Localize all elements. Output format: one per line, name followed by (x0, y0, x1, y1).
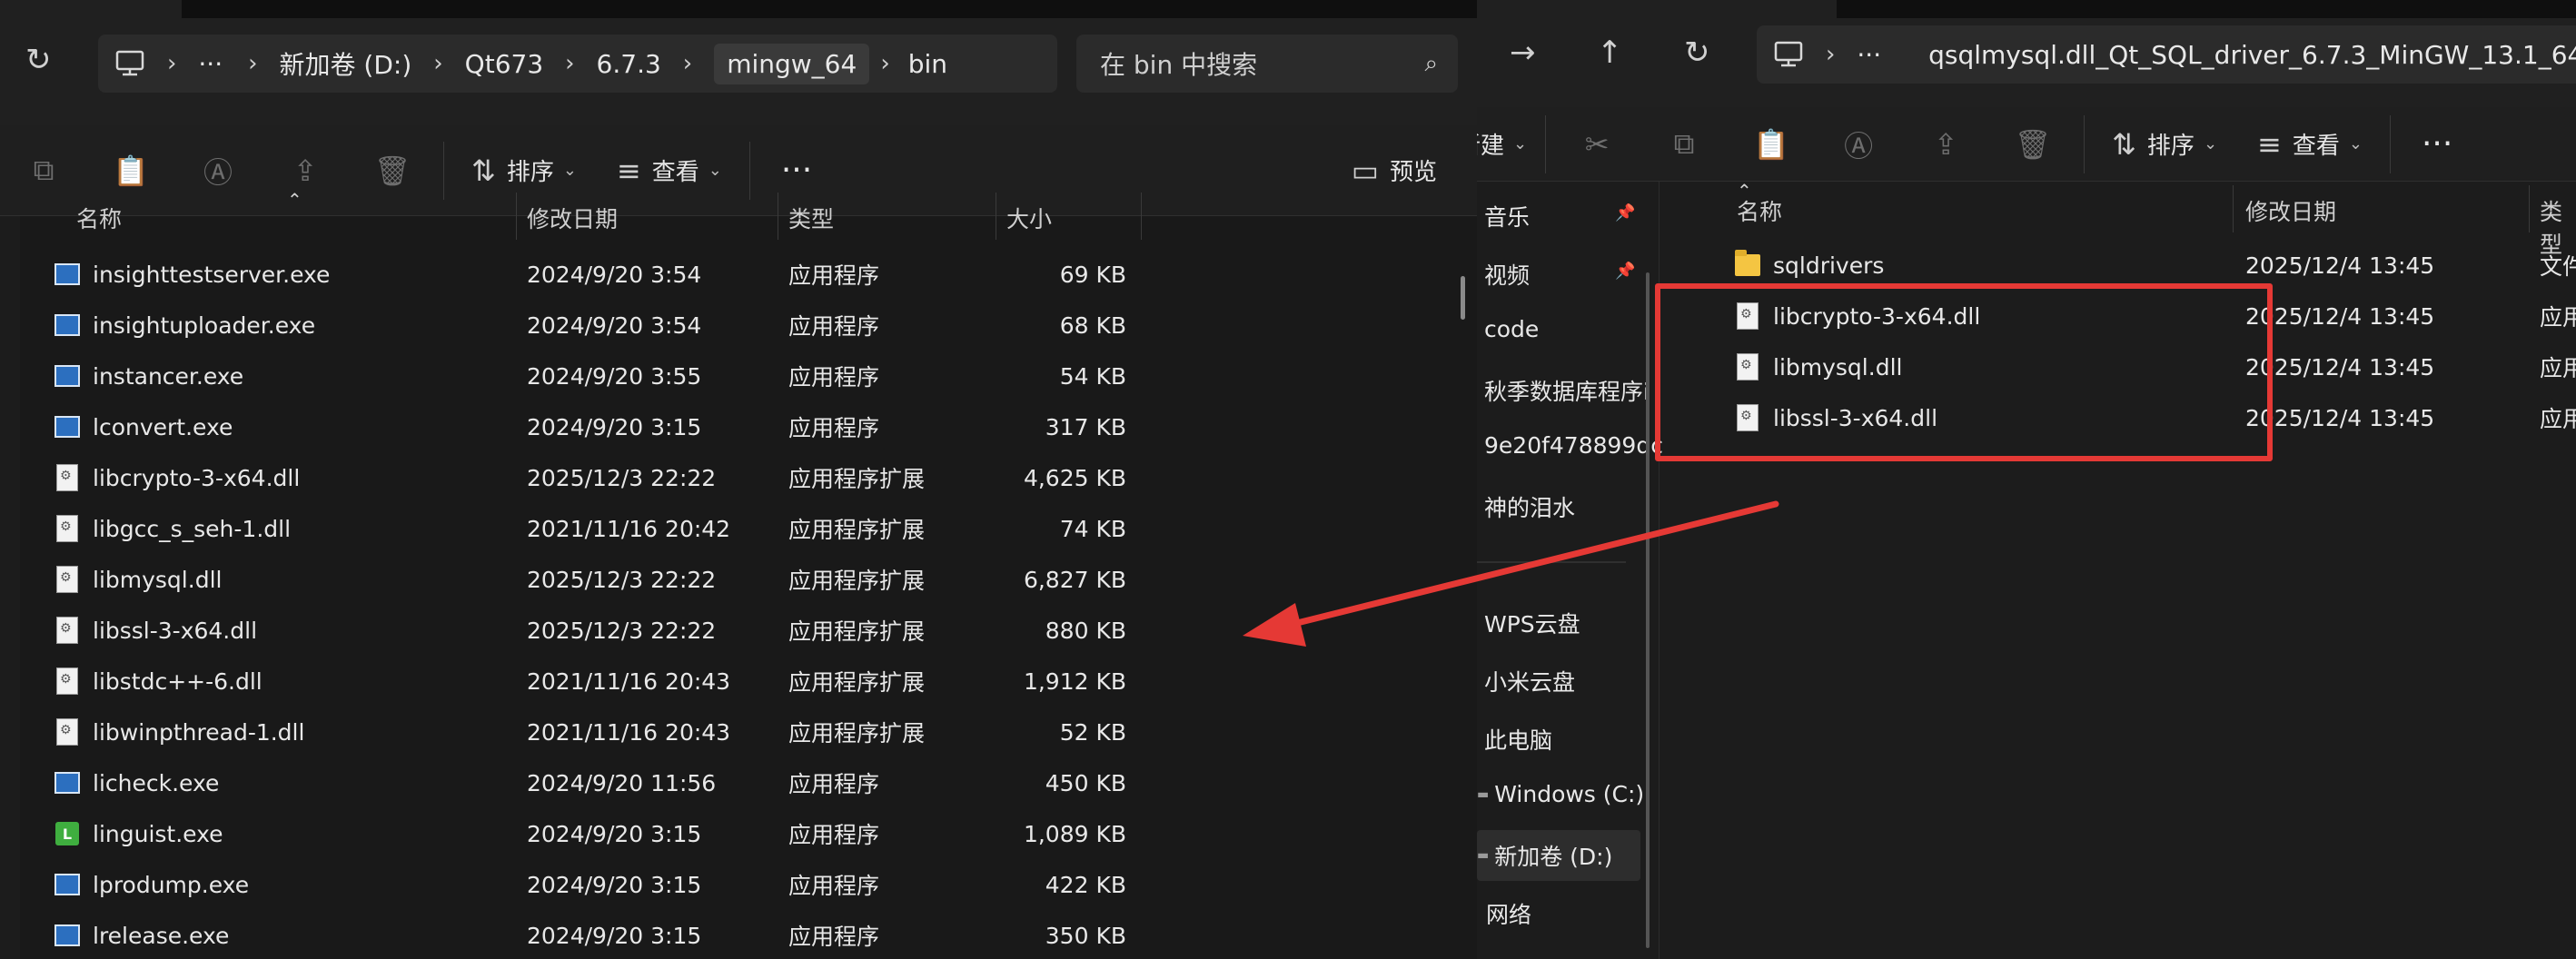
annotation-arrow (1243, 500, 1779, 647)
